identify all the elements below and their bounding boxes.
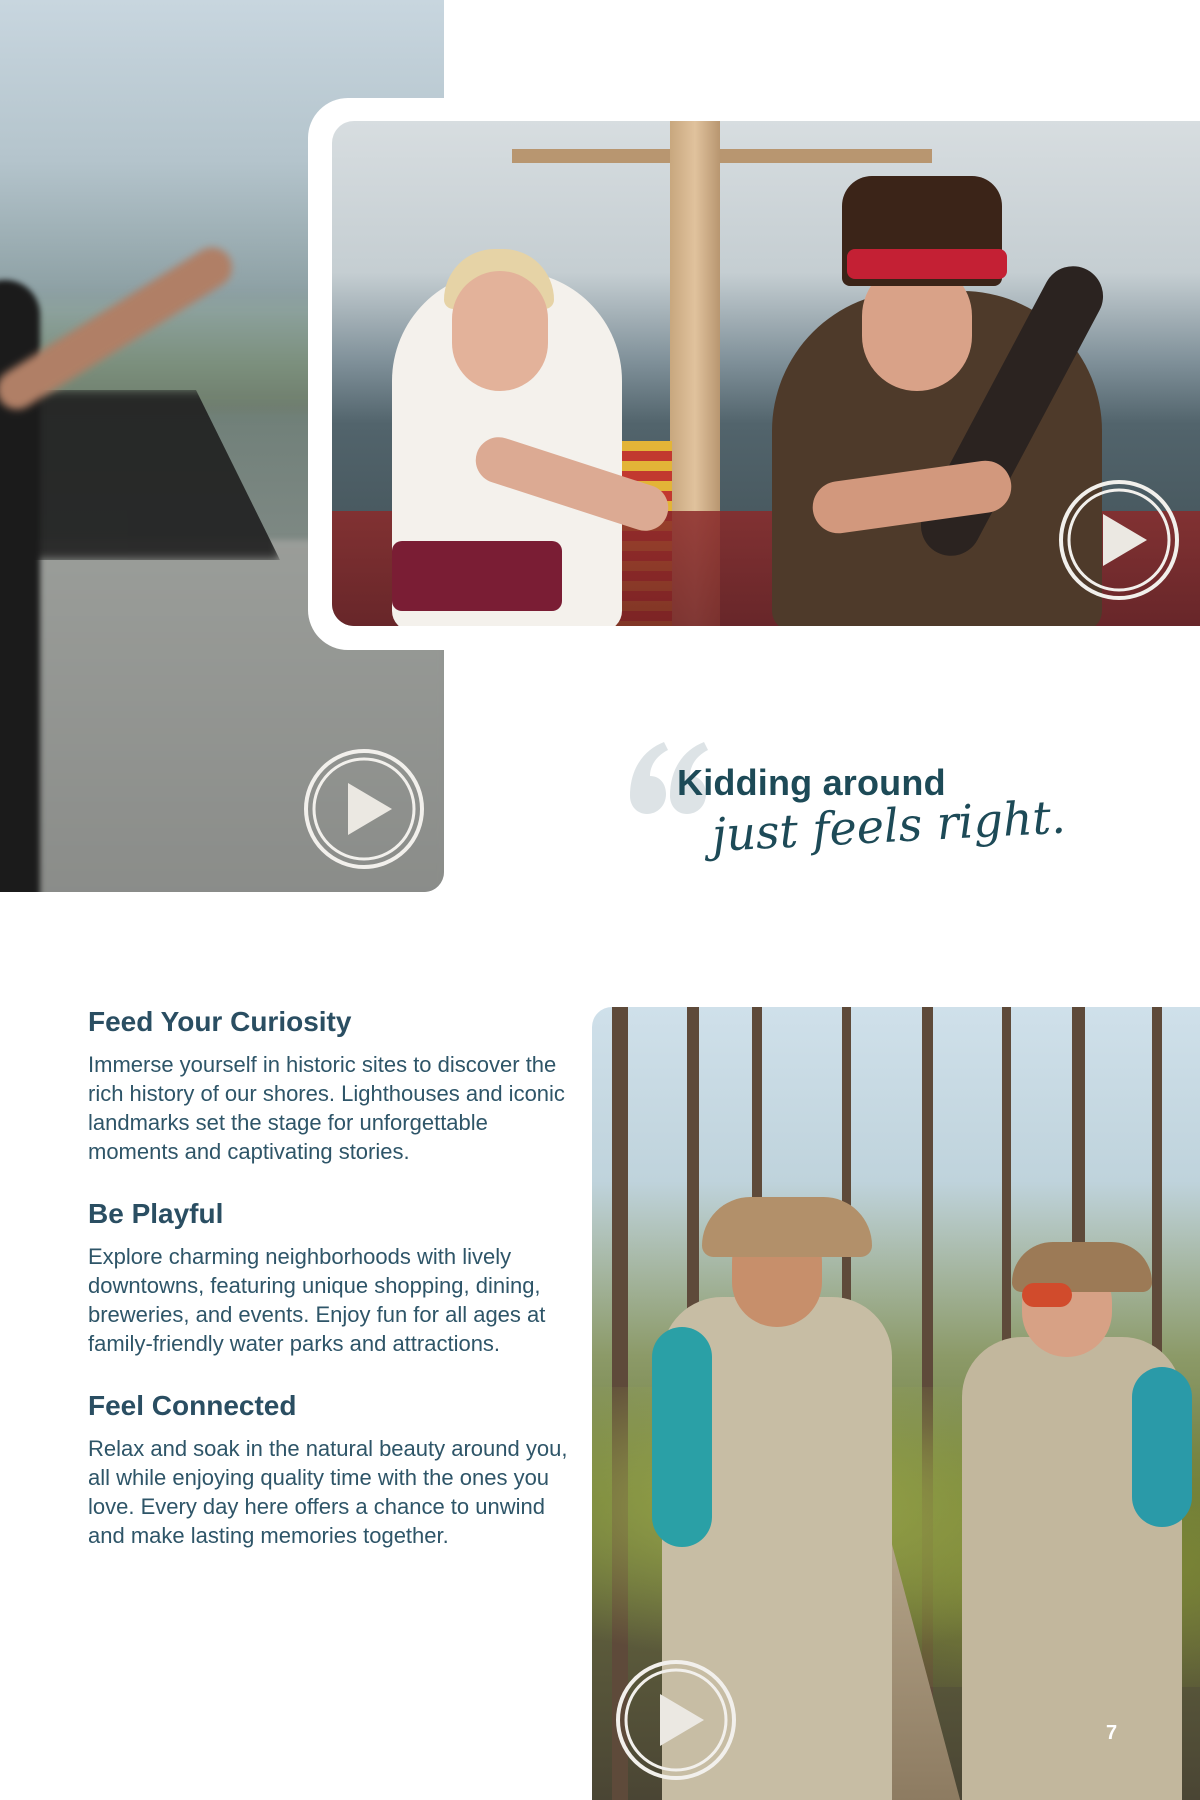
thumbnail-figure	[452, 271, 548, 391]
section-connected: Feel Connected Relax and soak in the nat…	[88, 1386, 568, 1550]
section-body: Relax and soak in the natural beauty aro…	[88, 1436, 568, 1548]
section-body: Immerse yourself in historic sites to di…	[88, 1052, 565, 1164]
play-icon	[1059, 480, 1179, 600]
thumbnail-figure	[652, 1327, 712, 1547]
play-button-left[interactable]	[302, 747, 426, 871]
thumbnail-scenery	[512, 149, 932, 163]
play-button-forest[interactable]	[614, 1658, 738, 1782]
play-button-pirate[interactable]	[1057, 478, 1181, 602]
thumbnail-figure	[702, 1197, 872, 1257]
section-playful: Be Playful Explore charming neighborhood…	[88, 1194, 568, 1358]
thumbnail-figure	[1132, 1367, 1192, 1527]
thumbnail-figure	[847, 249, 1007, 279]
feature-sections: Feed Your Curiosity Immerse yourself in …	[88, 1002, 568, 1578]
section-heading: Feed Your Curiosity	[88, 1006, 352, 1037]
section-heading: Feel Connected	[88, 1390, 297, 1421]
section-body: Explore charming neighborhoods with live…	[88, 1244, 546, 1356]
thumbnail-prop	[1022, 1283, 1072, 1307]
thumbnail-figure	[392, 541, 562, 611]
play-icon	[616, 1660, 736, 1780]
section-curiosity: Feed Your Curiosity Immerse yourself in …	[88, 1002, 568, 1166]
section-heading: Be Playful	[88, 1198, 224, 1229]
play-icon	[304, 749, 424, 869]
page-number: 7	[1106, 1722, 1118, 1744]
thumbnail-background	[0, 390, 280, 560]
